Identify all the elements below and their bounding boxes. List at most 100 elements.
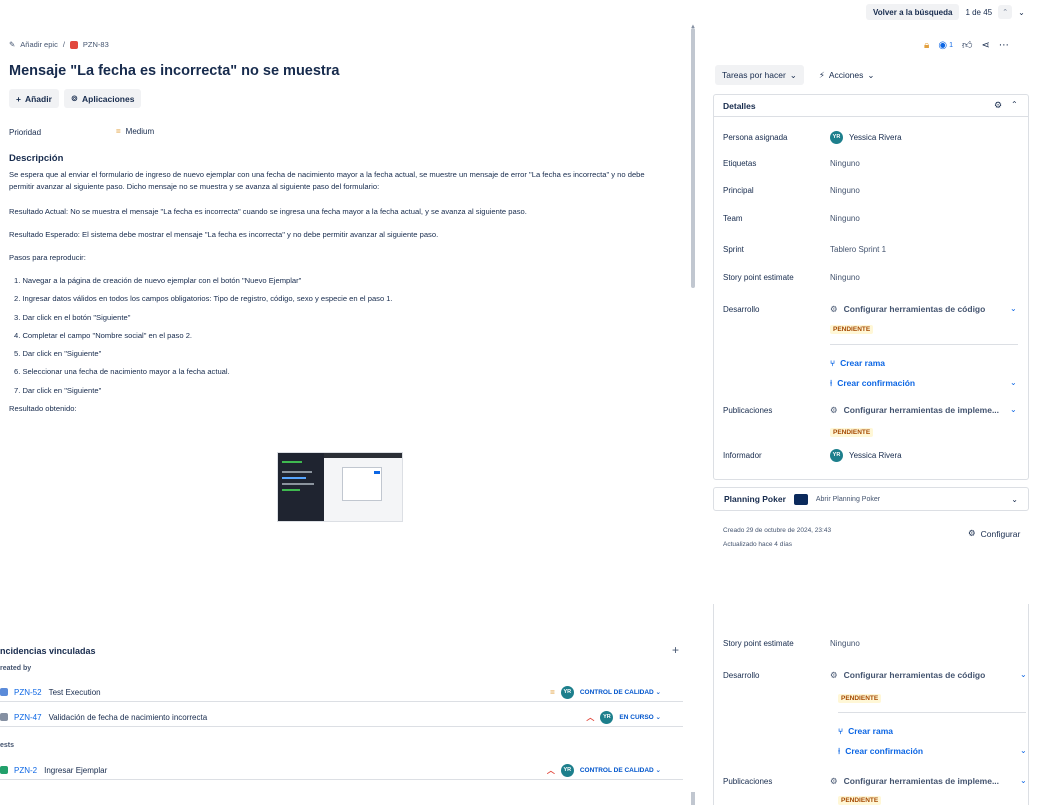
chevron-up-icon[interactable]: ⌃	[1011, 100, 1018, 109]
chevron-down-icon[interactable]: ⌄	[1010, 405, 1017, 414]
linked-issue-title: Validación de fecha de nacimiento incorr…	[48, 712, 208, 722]
gear-icon: ⚙	[830, 303, 838, 314]
story-icon	[0, 766, 8, 774]
scroll-up-icon[interactable]: ▲	[690, 24, 696, 30]
parent-label: Principal	[723, 185, 754, 195]
development-row: Desarrollo ⚙ Configurar herramientas de c…	[723, 298, 1023, 320]
linked-issue-status-label: EN CURSO	[619, 714, 654, 721]
story-points-field[interactable]: Ninguno	[830, 273, 860, 282]
priority-label: Prioridad	[9, 128, 42, 137]
watch-button[interactable]: ◉ 1	[938, 40, 953, 51]
pencil-icon: ✎	[9, 40, 16, 49]
step-item: 1. Navegar a la página de creación de nu…	[14, 276, 302, 285]
share-icon[interactable]: ⋖	[981, 40, 989, 51]
reporter-field[interactable]: YR Yessica Rivera	[830, 448, 902, 462]
configure-deploy-tools-link[interactable]: ⚙ Configurar herramientas de impleme...	[830, 405, 999, 416]
linked-issue-key[interactable]: PZN-47	[14, 713, 42, 722]
team-field[interactable]: Ninguno	[830, 214, 860, 223]
story-points-label: Story point estimate	[723, 272, 794, 282]
sprint-link[interactable]: Tablero Sprint 1	[830, 245, 886, 254]
configure-deploy-tools-link[interactable]: ⚙ Configurar herramientas de impleme...	[830, 776, 999, 787]
assignee-name: Yessica Rivera	[849, 132, 902, 142]
actions-dropdown[interactable]: ⚡︎ Acciones ⌄	[811, 65, 882, 85]
linked-issue-status[interactable]: EN CURSO ⌄	[619, 713, 661, 721]
linked-issue-status[interactable]: CONTROL DE CALIDAD ⌄	[580, 766, 661, 774]
linked-issue-row[interactable]: PZN-2 Ingresar Ejemplar ︿ YR CONTROL DE …	[0, 761, 683, 780]
configure-code-tools-label: Configurar herramientas de código	[843, 304, 986, 314]
assignee-field[interactable]: YR Yessica Rivera	[830, 130, 902, 144]
chevron-down-icon[interactable]: ⌄	[1020, 670, 1027, 679]
apps-button[interactable]: ⊚ Aplicaciones	[63, 89, 142, 108]
create-branch-link[interactable]: ⑂ Crear rama	[830, 358, 885, 368]
actual-result: Resultado Actual: No se muestra el mensa…	[9, 207, 527, 216]
priority-value: Medium	[125, 127, 155, 136]
sprint-label: Sprint	[723, 244, 744, 254]
open-planning-poker-link[interactable]: Abrir Planning Poker	[816, 496, 880, 503]
subtask-icon	[0, 713, 8, 721]
planning-poker-label: Planning Poker	[724, 494, 786, 504]
pending-badge: PENDIENTE	[838, 694, 882, 703]
gear-icon: ⚙	[830, 669, 838, 680]
description-text[interactable]: Se espera que al enviar el formulario de…	[9, 169, 669, 193]
configure-code-tools-link[interactable]: ⚙ Configurar herramientas de código	[830, 670, 985, 681]
linked-issue-status[interactable]: CONTROL DE CALIDAD ⌄	[580, 688, 661, 696]
divider	[830, 344, 1018, 345]
result-counter: 1 de 45	[965, 7, 993, 17]
create-commit-link[interactable]: ⍿ Crear confirmación	[830, 378, 915, 389]
priority-field[interactable]: = Medium	[116, 127, 154, 136]
attachment-thumbnail[interactable]	[277, 452, 403, 522]
assignee-row: Persona asignada YR Yessica Rivera	[723, 126, 1023, 148]
gear-icon: ⚙	[830, 404, 838, 415]
labels-field[interactable]: Ninguno	[830, 159, 860, 168]
add-link-plus-icon[interactable]: +	[672, 643, 679, 657]
lower-scrollbar[interactable]	[691, 792, 695, 805]
description-heading: Descripción	[9, 153, 64, 164]
linked-issue-row[interactable]: PZN-52 Test Execution = YR CONTROL DE CA…	[0, 683, 683, 702]
labels-label: Etiquetas	[723, 158, 757, 168]
back-to-search-button[interactable]: Volver a la búsqueda	[866, 4, 960, 20]
status-dropdown[interactable]: Tareas por hacer ⌄	[715, 65, 804, 85]
story-points-field[interactable]: Ninguno	[830, 639, 860, 648]
configure-code-tools-link[interactable]: ⚙ Configurar herramientas de código	[830, 304, 985, 315]
linked-issue-key[interactable]: PZN-52	[14, 688, 42, 697]
create-commit-link[interactable]: ⍿ Crear confirmación	[838, 746, 923, 757]
avatar: YR	[600, 710, 614, 724]
chevron-down-icon[interactable]: ⌄	[1010, 378, 1017, 387]
updated-date: Actualizado hace 4 días	[723, 541, 793, 548]
gear-icon[interactable]: ⚙	[994, 100, 1002, 111]
next-result-icon[interactable]: ⌄	[1018, 8, 1025, 17]
chevron-down-icon[interactable]: ⌄	[1020, 776, 1027, 785]
lock-icon[interactable]: 🔒︎	[924, 40, 929, 51]
like-icon[interactable]: 👍︎	[962, 39, 972, 51]
add-button[interactable]: + Añadir	[9, 89, 59, 108]
avatar: YR	[560, 763, 574, 777]
pending-badge: PENDIENTE	[838, 796, 882, 805]
create-branch-link[interactable]: ⑂ Crear rama	[838, 726, 893, 736]
gear-icon: ⚙	[830, 775, 838, 786]
previous-result-icon[interactable]: ⌃	[998, 5, 1013, 19]
chevron-down-icon[interactable]: ⌄	[1010, 304, 1017, 313]
add-button-label: Añadir	[24, 93, 52, 104]
planning-poker-panel[interactable]: Planning Poker Abrir Planning Poker ⌄	[713, 487, 1029, 511]
lightning-icon: ⚡︎	[818, 69, 825, 80]
linked-issue-key[interactable]: PZN-2	[14, 766, 37, 775]
details-header[interactable]	[713, 94, 1029, 117]
plus-icon: +	[16, 93, 21, 104]
chevron-down-icon[interactable]: ⌄	[1020, 746, 1027, 755]
parent-field[interactable]: Ninguno	[830, 186, 860, 195]
add-epic-link[interactable]: Añadir epic	[20, 40, 58, 49]
linked-issue-row[interactable]: PZN-47 Validación de fecha de nacimiento…	[0, 708, 683, 727]
issue-key-link[interactable]: PZN-83	[83, 40, 109, 49]
story-points-label: Story point estimate	[723, 638, 794, 648]
steps-heading: Pasos para reproducir:	[9, 253, 86, 262]
releases-label: Publicaciones	[723, 405, 773, 415]
configure-button[interactable]: ⚙ Configurar	[968, 528, 1020, 539]
expected-result: Resultado Esperado: El sistema debe most…	[9, 230, 439, 239]
issue-title[interactable]: Mensaje "La fecha es incorrecta" no se m…	[9, 63, 339, 79]
story-points-row: Story point estimate Ninguno	[723, 266, 1023, 288]
main-scrollbar[interactable]	[691, 28, 695, 288]
releases-row: Publicaciones ⚙ Configurar herramientas d…	[723, 770, 1023, 792]
more-actions-icon[interactable]: ⋯	[999, 40, 1009, 51]
pending-badge: PENDIENTE	[830, 428, 874, 437]
thumbnail-form-panel	[324, 453, 402, 521]
